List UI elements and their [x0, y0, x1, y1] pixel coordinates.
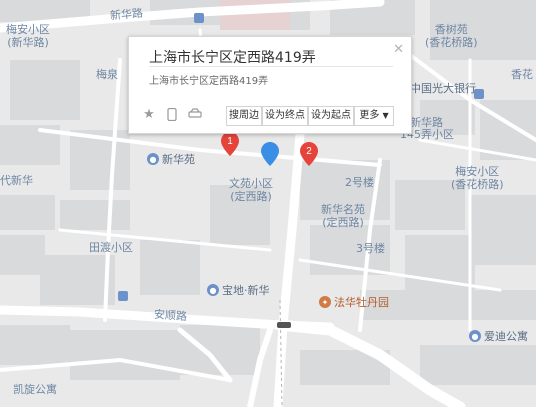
poi-everbright-bank-label: 中国光大银行 [410, 82, 476, 95]
pin-icon: ● [469, 330, 481, 342]
divider [149, 66, 393, 67]
set-origin-button[interactable]: 设为起点 [308, 106, 354, 126]
more-button-label: 更多 [359, 110, 380, 121]
area-label-tianjing: 田渡小区 [89, 241, 133, 254]
marker-1-label: 1 [227, 136, 233, 147]
marker-1[interactable]: 1 [221, 132, 239, 160]
area-label-wenyuan-road: (定西路) [230, 190, 272, 203]
road-label-anshun: 安顺路 [153, 307, 188, 324]
area-label-xinhuamingyuan-name: 新华名苑 [321, 203, 365, 216]
star-icon[interactable]: ★ [142, 108, 156, 122]
area-label-meian-2-road: (香花桥路) [451, 178, 504, 191]
area-label-xinhuamingyuan: 新华名苑 (定西路) [321, 203, 365, 229]
area-label-meian-1-name: 梅安小区 [6, 23, 50, 36]
area-label-xiangshu: 香树苑 (香花桥路) [425, 23, 478, 49]
popup-toolbar: ★ 搜周边 设为终点 设为起点 更多 ▼ [129, 105, 411, 127]
poi-xinhuayuan[interactable]: ● 新华苑 [147, 151, 195, 167]
location-info-popup: 上海市长宁区定西路419弄 ✕ 上海市长宁区定西路419弄 ★ 搜周边 设为终点… [128, 36, 412, 134]
popup-title: 上海市长宁区定西路419弄 [149, 50, 316, 66]
car-icon[interactable] [188, 108, 202, 122]
area-label-meian-2-name: 梅安小区 [455, 165, 500, 178]
area-label-wenyuan: 文苑小区 (定西路) [229, 177, 273, 203]
map-canvas[interactable]: 新华路 梅安小区 (新华路) 香树苑 (香花桥路) 梅泉 香花 ● 新华苑 ¥ … [0, 0, 536, 407]
area-label-meian-1-road: (新华路) [7, 36, 49, 49]
area-label-era: 代新华 [0, 174, 33, 187]
pin-icon: ● [207, 284, 219, 296]
bus-stop-icon[interactable] [474, 89, 484, 99]
close-icon[interactable]: ✕ [393, 42, 404, 57]
building-label-3: 3号楼 [356, 242, 385, 255]
area-label-xiangshu-name: 香树苑 [434, 23, 468, 36]
traffic-light-icon [277, 322, 291, 328]
area-label-meian-1: 梅安小区 (新华路) [6, 23, 50, 49]
more-button[interactable]: 更多 ▼ [354, 106, 394, 126]
location-pin-icon [261, 142, 279, 166]
bus-stop-icon[interactable] [118, 291, 128, 301]
selected-location-marker[interactable] [261, 142, 279, 172]
pin-icon: ● [147, 153, 159, 165]
bus-stop-icon[interactable] [194, 13, 204, 23]
area-label-meiquan: 梅泉 [96, 68, 118, 81]
restaurant-icon: ✦ [319, 296, 331, 308]
building-label-2: 2号楼 [345, 176, 374, 189]
area-label-kaixuan: 凯旋公寓 [13, 383, 57, 396]
marker-2[interactable]: 2 [300, 142, 318, 170]
poi-fahua[interactable]: ✦ 法华牡丹园 [319, 294, 389, 310]
search-nearby-button[interactable]: 搜周边 [226, 106, 262, 126]
set-destination-button[interactable]: 设为终点 [262, 106, 308, 126]
popup-address: 上海市长宁区定西路419弄 [149, 76, 269, 87]
marker-2-label: 2 [306, 146, 312, 157]
poi-baodi-label: 宝地·新华 [222, 284, 270, 297]
area-label-xiangshu-road: (香花桥路) [425, 36, 478, 49]
marker-2-shape: 2 [300, 142, 318, 166]
marker-1-shape: 1 [221, 132, 239, 156]
poi-aidi[interactable]: ● 爱迪公寓 [469, 328, 528, 344]
poi-xinhuayuan-label: 新华苑 [162, 153, 195, 166]
area-label-wenyuan-name: 文苑小区 [229, 177, 273, 190]
caret-down-icon: ▼ [382, 111, 389, 120]
poi-baodi[interactable]: ● 宝地·新华 [207, 282, 270, 298]
phone-icon[interactable] [165, 107, 179, 122]
area-label-meian-2: 梅安小区 (香花桥路) [451, 165, 504, 191]
poi-aidi-label: 爱迪公寓 [484, 330, 528, 343]
area-label-xiangh: 香花 [511, 68, 533, 81]
area-label-xinhuamingyuan-road: (定西路) [322, 216, 364, 229]
poi-fahua-label: 法华牡丹园 [334, 296, 389, 309]
